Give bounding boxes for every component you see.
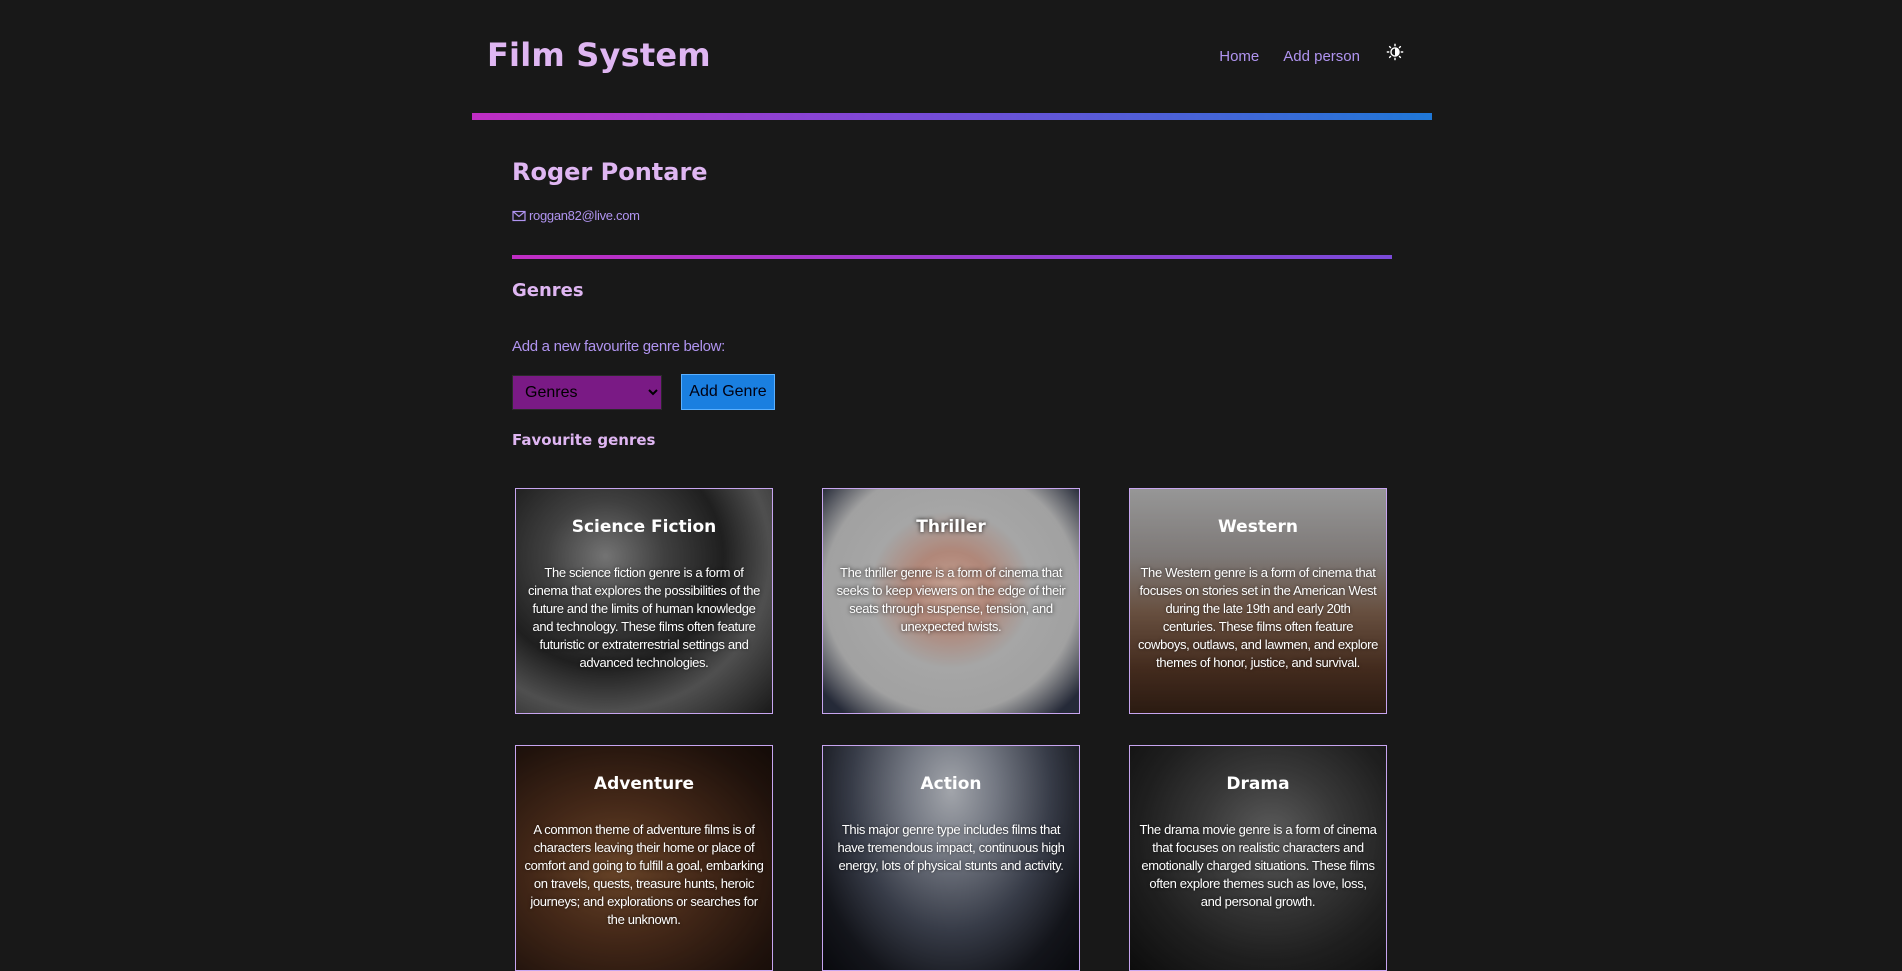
- genre-card-science-fiction[interactable]: Science Fiction The science fiction genr…: [515, 488, 773, 714]
- site-title[interactable]: Film System: [487, 36, 711, 74]
- header-gradient-bar: [472, 113, 1432, 120]
- genre-card-adventure[interactable]: Adventure A common theme of adventure fi…: [515, 745, 773, 971]
- main-nav: Home Add person: [1219, 48, 1360, 65]
- genre-card-action[interactable]: Action This major genre type includes fi…: [822, 745, 1080, 971]
- genre-card-title: Drama: [1226, 774, 1290, 794]
- genre-card-description: This major genre type includes films tha…: [837, 822, 1065, 873]
- nav-add-person-link[interactable]: Add person: [1283, 48, 1360, 65]
- genre-card-title: Western: [1218, 517, 1298, 537]
- genre-card-description: The drama movie genre is a form of cinem…: [1139, 822, 1377, 909]
- genre-card-drama[interactable]: Drama The drama movie genre is a form of…: [1129, 745, 1387, 971]
- genre-select[interactable]: Genres: [512, 375, 662, 410]
- genres-heading: Genres: [512, 280, 584, 301]
- add-genre-button[interactable]: Add Genre: [681, 374, 775, 410]
- genre-card-title: Adventure: [593, 774, 695, 794]
- page-container: Film System Home Add person Roger Pontar…: [472, 0, 1432, 971]
- genre-card-description: The science fiction genre is a form of c…: [527, 565, 761, 670]
- genre-card-description: A common theme of adventure films is of …: [524, 822, 764, 927]
- email-link[interactable]: roggan82@live.com: [529, 208, 640, 223]
- favourite-genres-heading: Favourite genres: [512, 431, 656, 449]
- genre-card-description: The Western genre is a form of cinema th…: [1138, 565, 1379, 670]
- nav-home-link[interactable]: Home: [1219, 48, 1259, 65]
- genre-card-description: The thriller genre is a form of cinema t…: [836, 565, 1066, 634]
- email-row: roggan82@live.com: [512, 208, 640, 223]
- genre-card-thriller[interactable]: Thriller The thriller genre is a form of…: [822, 488, 1080, 714]
- sun-moon-icon[interactable]: [1386, 43, 1404, 61]
- add-genre-label: Add a new favourite genre below:: [512, 338, 726, 355]
- genre-card-title: Science Fiction: [571, 517, 717, 537]
- genre-card-title: Thriller: [916, 517, 986, 537]
- genre-card-western[interactable]: Western The Western genre is a form of c…: [1129, 488, 1387, 714]
- site-header: Film System Home Add person: [472, 0, 1432, 120]
- envelope-icon: [512, 210, 526, 221]
- person-name: Roger Pontare: [512, 158, 708, 186]
- genre-card-title: Action: [920, 774, 982, 794]
- section-divider: [512, 255, 1392, 259]
